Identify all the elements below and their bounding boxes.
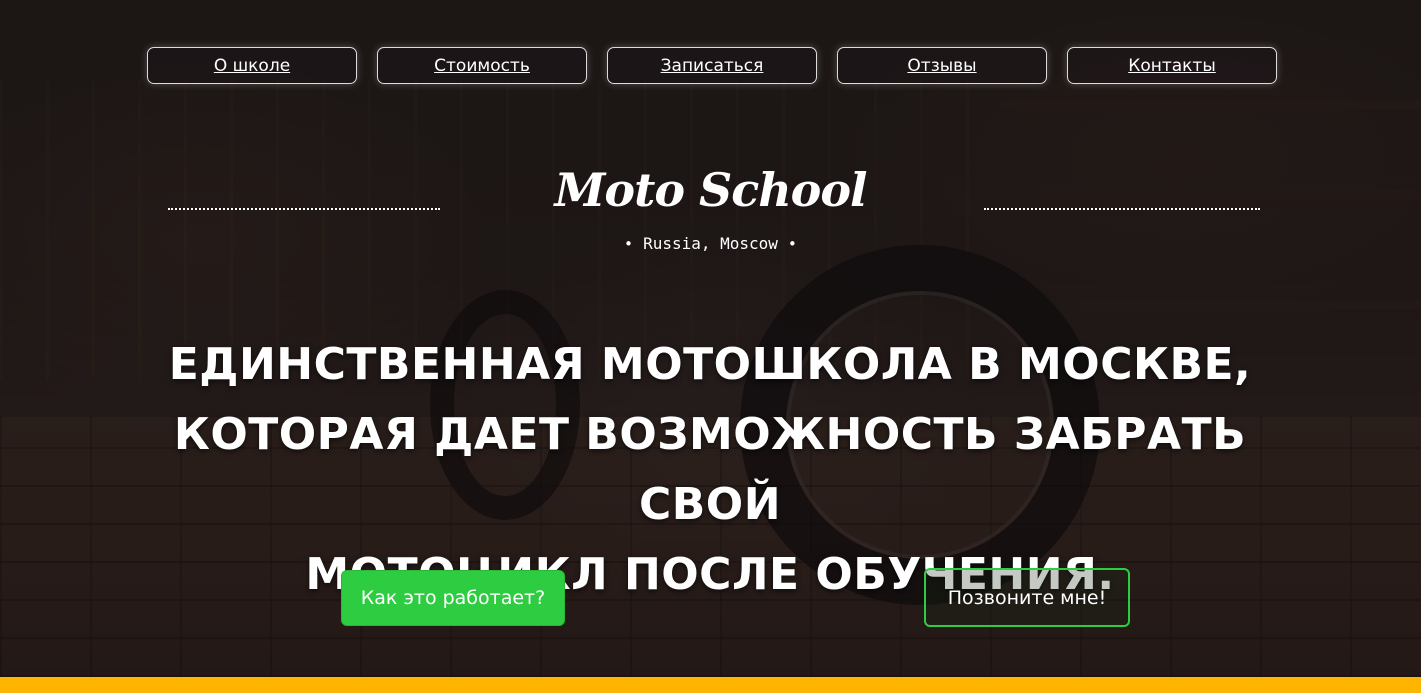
nav-item-about[interactable]: О школе — [147, 47, 357, 84]
main-nav: О школе Стоимость Записаться Отзывы Конт… — [147, 47, 1277, 84]
location-tagline: • Russia, Moscow • — [0, 234, 1421, 253]
nav-item-signup[interactable]: Записаться — [607, 47, 817, 84]
logo-divider-right — [984, 208, 1260, 210]
location-text: Russia, Moscow — [643, 234, 778, 253]
call-me-button[interactable]: Позвоните мне! — [924, 568, 1130, 627]
bottom-accent-bar — [0, 677, 1421, 693]
headline-line-1: ЕДИНСТВЕННАЯ МОТОШКОЛА В МОСКВЕ, — [168, 339, 1252, 390]
nav-item-pricing[interactable]: Стоимость — [377, 47, 587, 84]
headline-line-2: КОТОРАЯ ДАЕТ ВОЗМОЖНОСТЬ ЗАБРАТЬ СВОЙ — [173, 409, 1247, 530]
bullet-right: • — [787, 235, 797, 253]
nav-item-contacts[interactable]: Контакты — [1067, 47, 1277, 84]
nav-item-reviews[interactable]: Отзывы — [837, 47, 1047, 84]
how-it-works-button[interactable]: Как это работает? — [341, 570, 565, 626]
bullet-left: • — [624, 235, 634, 253]
